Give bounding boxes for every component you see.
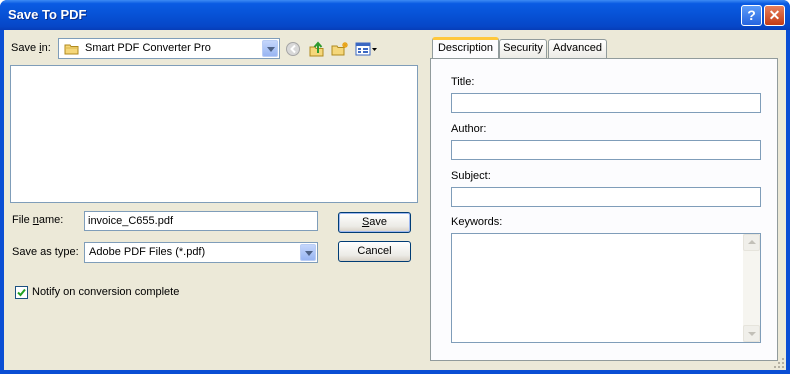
tab-security[interactable]: Security bbox=[499, 39, 547, 58]
author-field[interactable] bbox=[451, 140, 761, 160]
save-as-type-dropdown-arrow[interactable] bbox=[300, 244, 316, 261]
title-label: Title: bbox=[451, 76, 475, 88]
notify-checkbox[interactable] bbox=[15, 286, 28, 299]
notify-label[interactable]: Notify on conversion complete bbox=[32, 286, 179, 298]
file-name-input[interactable] bbox=[85, 212, 317, 230]
save-button[interactable]: Save bbox=[338, 212, 411, 233]
save-in-dropdown-arrow[interactable] bbox=[262, 40, 278, 57]
save-to-pdf-dialog: Save To PDF ? ✕ Save in: Smart PDF Conve… bbox=[0, 0, 790, 374]
tab-advanced[interactable]: Advanced bbox=[548, 39, 607, 58]
help-icon: ? bbox=[747, 7, 756, 23]
subject-label: Subject: bbox=[451, 170, 491, 182]
author-input[interactable] bbox=[452, 141, 760, 159]
checkmark-icon bbox=[17, 288, 26, 297]
close-button[interactable]: ✕ bbox=[764, 5, 785, 26]
save-as-type-value: Adobe PDF Files (*.pdf) bbox=[89, 246, 206, 258]
window-title: Save To PDF bbox=[8, 7, 87, 22]
file-name-label: File name: bbox=[12, 214, 64, 226]
folder-icon bbox=[64, 44, 79, 55]
close-icon: ✕ bbox=[768, 7, 781, 23]
save-in-dropdown[interactable]: Smart PDF Converter Pro bbox=[58, 38, 280, 59]
title-bar[interactable]: Save To PDF ? ✕ bbox=[0, 0, 790, 30]
back-icon[interactable] bbox=[285, 41, 303, 57]
file-list[interactable] bbox=[10, 65, 418, 203]
resize-grip-icon[interactable] bbox=[773, 357, 785, 369]
description-panel: Title: Author: Subject: Keywords: bbox=[430, 58, 778, 361]
up-folder-icon[interactable] bbox=[308, 41, 326, 57]
save-in-value: Smart PDF Converter Pro bbox=[85, 42, 211, 54]
view-menu-icon[interactable] bbox=[355, 41, 379, 57]
subject-input[interactable] bbox=[452, 188, 760, 206]
save-as-type-dropdown[interactable]: Adobe PDF Files (*.pdf) bbox=[84, 242, 318, 263]
dialog-body: Save in: Smart PDF Converter Pro File na… bbox=[4, 30, 786, 370]
keywords-textarea[interactable] bbox=[451, 233, 761, 343]
tab-description[interactable]: Description bbox=[432, 37, 499, 58]
help-button[interactable]: ? bbox=[741, 5, 762, 26]
keywords-label: Keywords: bbox=[451, 216, 503, 228]
author-label: Author: bbox=[451, 123, 487, 135]
title-field[interactable] bbox=[451, 93, 761, 113]
subject-field[interactable] bbox=[451, 187, 761, 207]
title-input[interactable] bbox=[452, 94, 760, 112]
save-in-label: Save in: bbox=[11, 42, 51, 54]
save-as-type-label: Save as type: bbox=[12, 246, 79, 258]
scroll-up-button[interactable] bbox=[743, 234, 760, 251]
keywords-scrollbar[interactable] bbox=[743, 234, 760, 342]
scroll-down-button[interactable] bbox=[743, 325, 760, 342]
new-folder-icon[interactable] bbox=[331, 41, 349, 57]
cancel-button[interactable]: Cancel bbox=[338, 241, 411, 262]
file-name-field[interactable] bbox=[84, 211, 318, 231]
